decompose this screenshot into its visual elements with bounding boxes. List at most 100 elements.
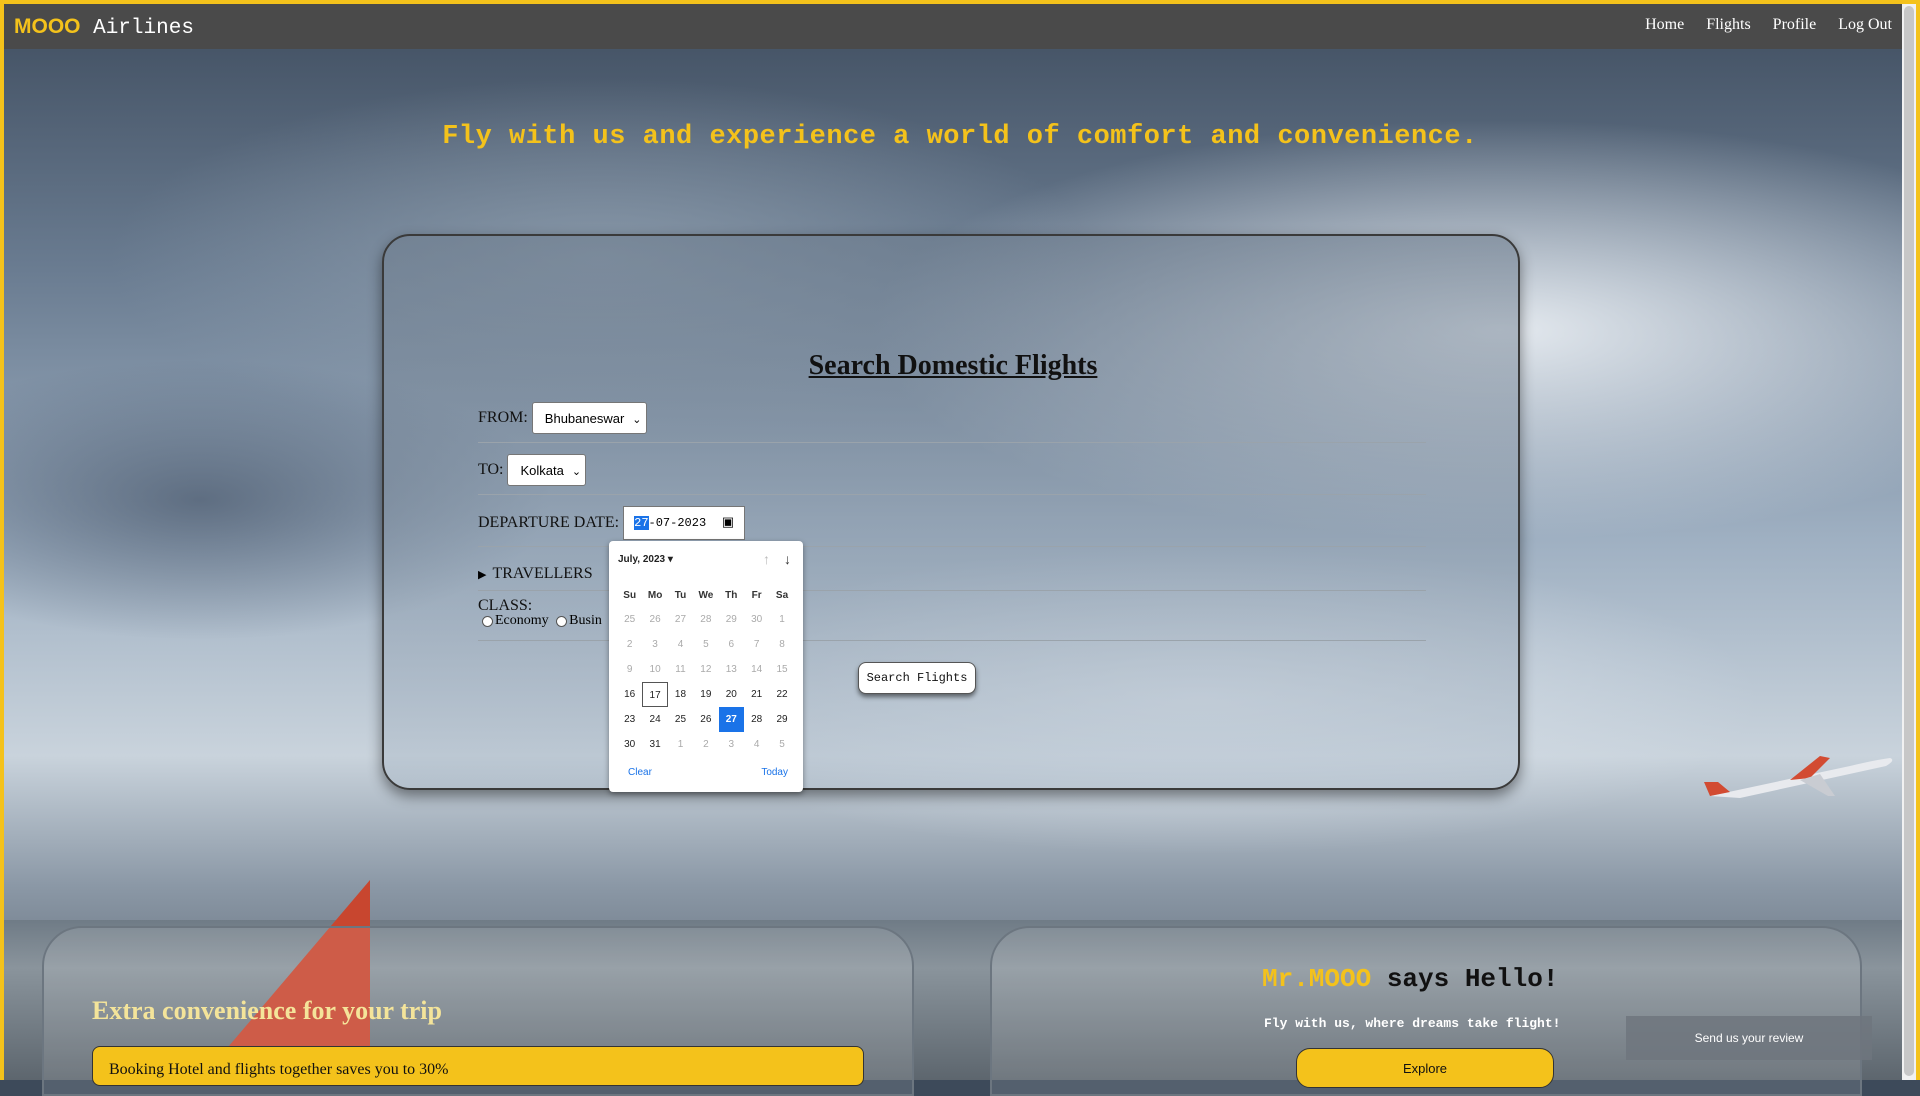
month-label[interactable]: July, 2023	[618, 554, 665, 565]
calendar-day[interactable]: 27	[668, 607, 693, 632]
nav-profile-link[interactable]: Profile	[1773, 16, 1817, 34]
today-button[interactable]: Today	[761, 767, 788, 778]
weekday-label: Th	[725, 590, 738, 601]
calendar-day[interactable]: 25	[668, 707, 693, 732]
to-label: TO:	[478, 461, 504, 478]
promo-title: Extra convenience for your trip	[92, 996, 442, 1025]
month-selector[interactable]: July, 2023 ▾	[618, 554, 673, 565]
weekday-label: Sa	[775, 590, 789, 601]
calendar-day[interactable]: 5	[769, 732, 794, 757]
to-value: Kolkata	[520, 463, 564, 478]
from-value: Bhubaneswar	[544, 411, 625, 426]
hello-card: Mr.MOOO says Hello! Fly with us, where d…	[990, 926, 1862, 1096]
business-radio[interactable]	[556, 615, 568, 627]
nav-logout-link[interactable]: Log Out	[1838, 16, 1892, 34]
calendar-day[interactable]: 27	[718, 707, 744, 732]
hero-tagline: Fly with us and experience a world of co…	[442, 122, 1478, 152]
nav-flights-link[interactable]: Flights	[1706, 16, 1750, 34]
departure-date-input[interactable]: 27-07-2023 ▣	[623, 506, 746, 540]
calendar-day[interactable]: 20	[719, 682, 744, 707]
calendar-day[interactable]: 16	[617, 682, 642, 707]
weekday-label: Fr	[751, 590, 762, 601]
brand-name-strong: MOOO	[14, 15, 81, 38]
calendar-day[interactable]: 28	[744, 707, 769, 732]
calendar-day[interactable]: 19	[693, 682, 718, 707]
calendar-day[interactable]: 6	[719, 632, 744, 657]
date-day-segment[interactable]: 27	[634, 516, 649, 530]
nav-home-link[interactable]: Home	[1645, 16, 1684, 34]
calendar-day[interactable]: 4	[668, 632, 693, 657]
calendar-week-row: 30 31 1 2 3 4 5	[617, 732, 795, 757]
hello-subtitle: Fly with us, where dreams take flight!	[1264, 1016, 1561, 1031]
top-navbar: MOOO Airlines Home Flights Profile Log O…	[4, 4, 1902, 49]
calendar-day[interactable]: 9	[617, 657, 642, 682]
promo-offer-banner[interactable]: Booking Hotel and flights together saves…	[92, 1046, 864, 1086]
calendar-icon[interactable]: ▣	[722, 507, 734, 539]
calendar-day[interactable]: 25	[617, 607, 642, 632]
calendar-day[interactable]: 26	[642, 607, 667, 632]
weekday-header-row: Su Mo Tu We Th Fr Sa	[617, 585, 795, 607]
clear-date-button[interactable]: Clear	[628, 767, 652, 778]
brand-logo[interactable]: MOOO Airlines	[14, 15, 194, 40]
nav-links: Home Flights Profile Log Out	[1645, 16, 1892, 34]
calendar-day[interactable]: 2	[617, 632, 642, 657]
date-rest-segment[interactable]: -07-2023	[649, 516, 707, 530]
next-month-arrow-icon[interactable]: ↓	[784, 551, 791, 567]
calendar-day[interactable]: 11	[668, 657, 693, 682]
calendar-day[interactable]: 22	[769, 682, 794, 707]
travellers-label[interactable]: TRAVELLERS	[492, 558, 592, 590]
brand-name-rest: Airlines	[80, 17, 194, 40]
calendar-day[interactable]: 5	[693, 632, 718, 657]
calendar-day[interactable]: 18	[668, 682, 693, 707]
weekday-label: We	[698, 590, 714, 601]
calendar-day[interactable]: 3	[642, 632, 667, 657]
from-select[interactable]: Bhubaneswar ⌄	[531, 402, 647, 434]
search-title: Search Domestic Flights	[808, 350, 1098, 381]
calendar-day[interactable]: 29	[719, 607, 744, 632]
calendar-day[interactable]: 23	[617, 707, 642, 732]
explore-button[interactable]: Explore	[1296, 1048, 1554, 1088]
calendar-day[interactable]: 3	[719, 732, 744, 757]
calendar-week-row: 23 24 25 26 27 28 29	[617, 707, 795, 732]
caret-down-icon[interactable]: ▾	[668, 554, 673, 565]
calendar-day[interactable]: 8	[769, 632, 794, 657]
business-label[interactable]: Busin	[569, 613, 602, 628]
weekday-label: Mo	[647, 590, 663, 601]
calendar-day[interactable]: 30	[744, 607, 769, 632]
calendar-day[interactable]: 28	[693, 607, 718, 632]
date-picker-popup: July, 2023 ▾ ↑ ↓ Su Mo Tu We Th Fr Sa 25 26 27 28 2…	[609, 541, 803, 792]
calendar-day[interactable]: 4	[744, 732, 769, 757]
calendar-day[interactable]: 31	[642, 732, 667, 757]
to-select[interactable]: Kolkata ⌄	[507, 454, 587, 486]
calendar-day[interactable]: 12	[693, 657, 718, 682]
search-flights-button[interactable]: Search Flights	[858, 662, 976, 694]
calendar-week-row: 16 17 18 19 20 21 22	[617, 682, 795, 707]
calendar-day[interactable]: 2	[693, 732, 718, 757]
page-scrollbar[interactable]	[1902, 4, 1916, 1080]
economy-radio[interactable]	[482, 615, 493, 627]
calendar-day[interactable]: 29	[769, 707, 794, 732]
calendar-week-row: 2345678	[617, 632, 795, 657]
send-review-button[interactable]: Send us your review	[1626, 1016, 1872, 1060]
chevron-down-icon: ⌄	[632, 414, 642, 426]
economy-label[interactable]: Economy	[495, 613, 549, 628]
calendar-day[interactable]: 30	[617, 732, 642, 757]
from-row: FROM: Bhubaneswar ⌄	[478, 402, 1426, 443]
calendar-day[interactable]: 1	[668, 732, 693, 757]
calendar-day[interactable]: 26	[693, 707, 718, 732]
calendar-day[interactable]: 1	[769, 607, 794, 632]
calendar-day[interactable]: 21	[744, 682, 769, 707]
calendar-day[interactable]: 7	[744, 632, 769, 657]
calendar-day[interactable]: 15	[769, 657, 794, 682]
calendar-day[interactable]: 13	[719, 657, 744, 682]
scrollbar-thumb[interactable]	[1904, 6, 1914, 1076]
from-label: FROM:	[478, 409, 528, 426]
to-row: TO: Kolkata ⌄	[478, 454, 1426, 495]
previous-month-arrow-icon[interactable]: ↑	[763, 551, 770, 567]
calendar-day[interactable]: 24	[642, 707, 667, 732]
weekday-label: Tu	[674, 590, 687, 601]
expand-triangle-icon[interactable]: ▶	[478, 559, 486, 591]
calendar-day[interactable]: 10	[642, 657, 667, 682]
calendar-day[interactable]: 17	[642, 682, 668, 707]
calendar-day[interactable]: 14	[744, 657, 769, 682]
